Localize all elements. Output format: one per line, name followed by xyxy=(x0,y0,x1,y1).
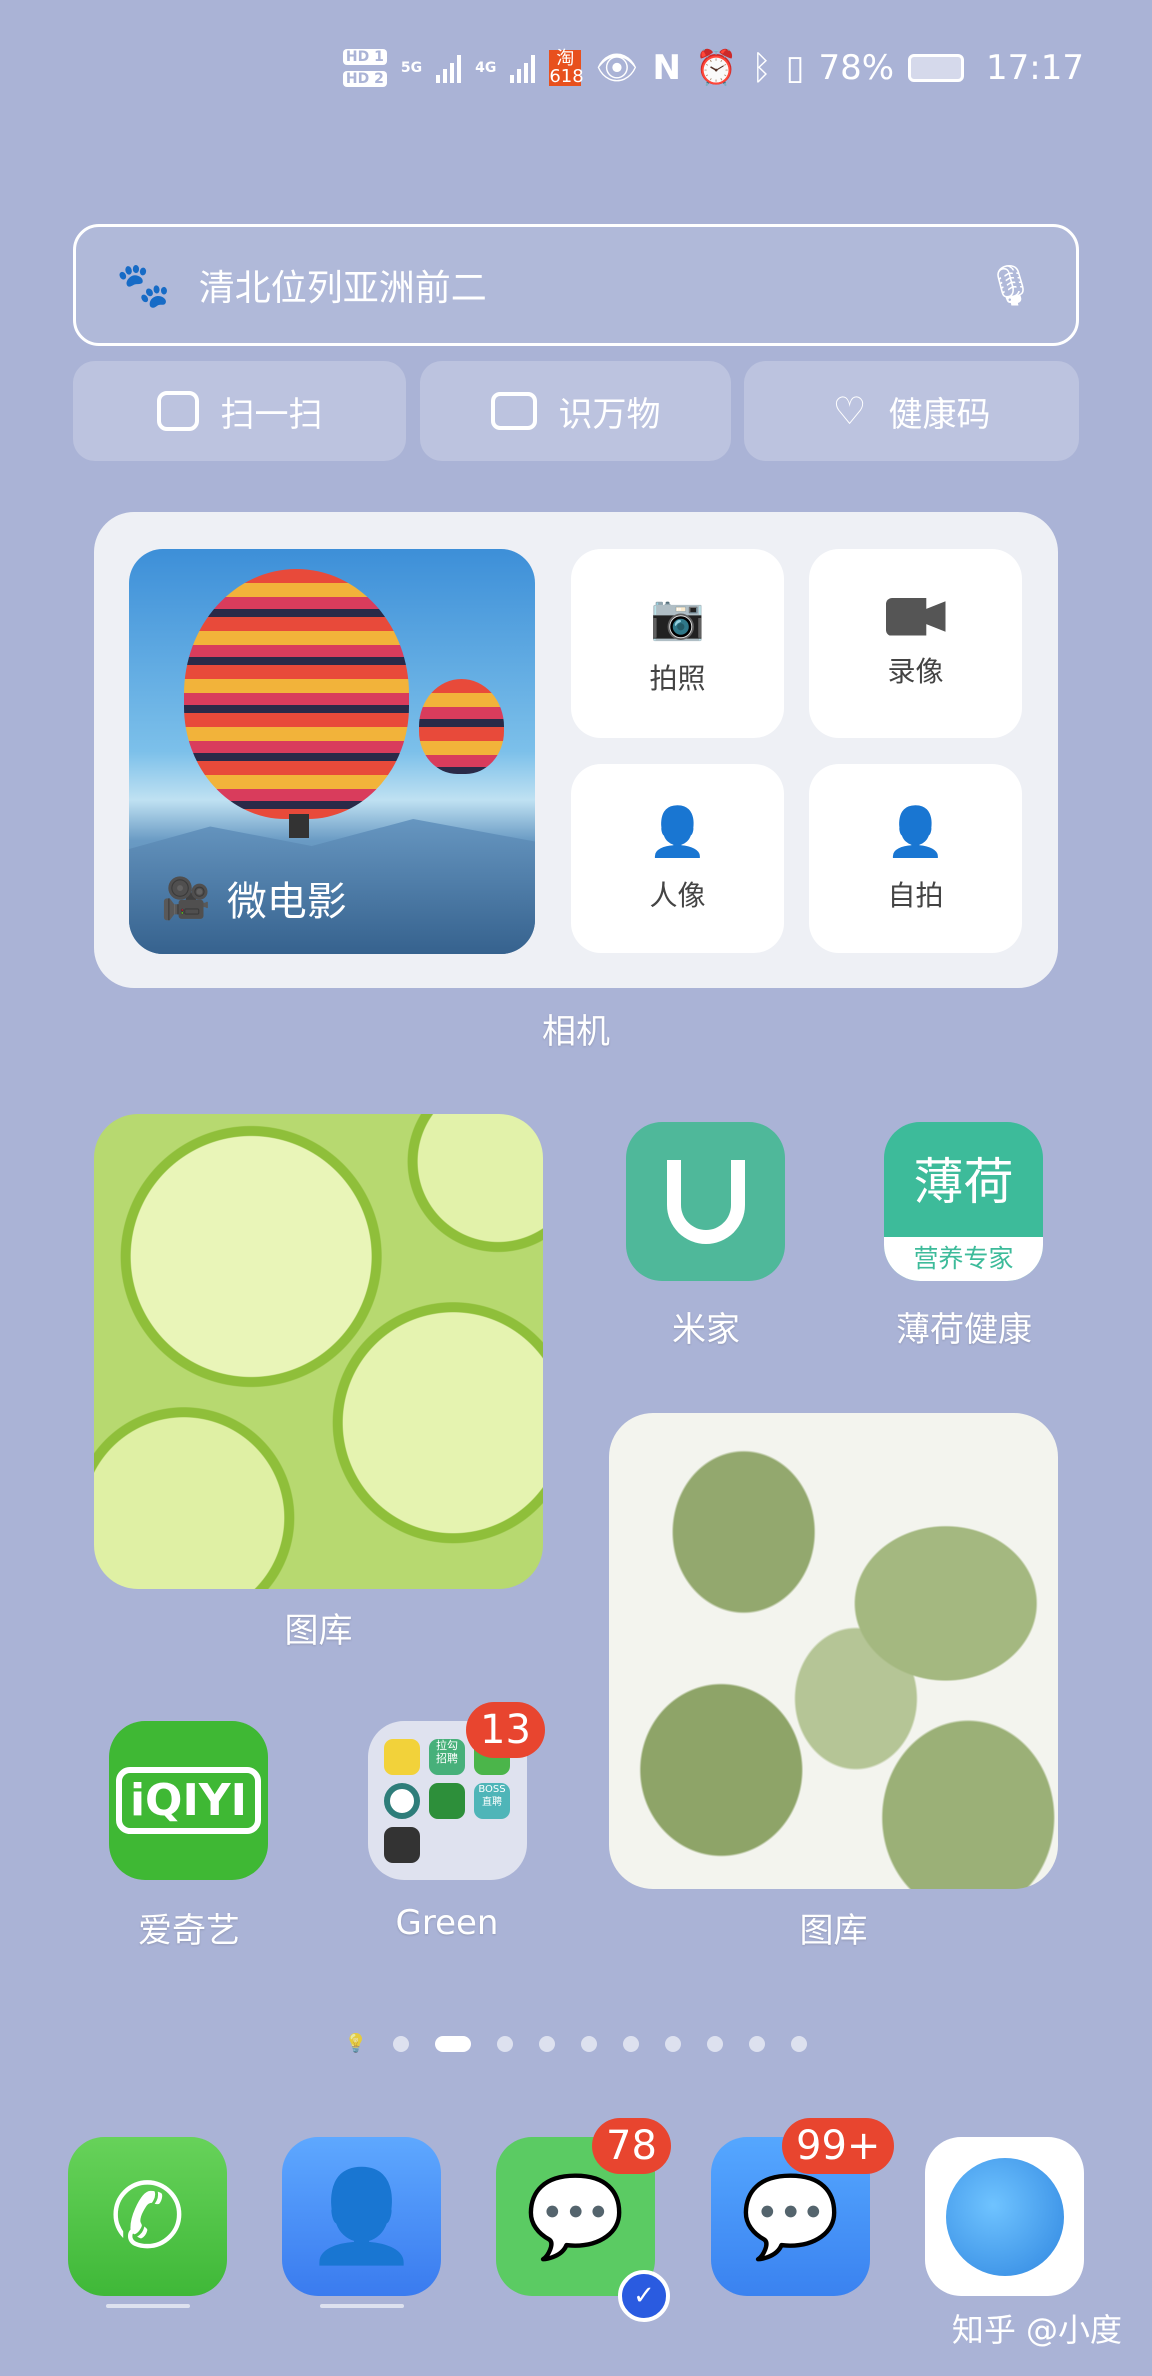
selfie-label: 自拍 xyxy=(887,879,944,912)
search-bar[interactable]: 🐾 清北位列亚洲前二 🎙 xyxy=(73,224,1079,346)
health-code-icon: ♡ xyxy=(832,389,867,433)
portrait-icon: 👤 xyxy=(647,804,708,860)
iqiyi-label: 爱奇艺 xyxy=(138,1911,240,1951)
watermark: 知乎 @小度 xyxy=(951,2311,1122,2349)
phone-app-icon[interactable]: ✆ xyxy=(68,2137,227,2296)
boss-mini-icon: BOSS 直聘 xyxy=(474,1783,510,1819)
folder-label: Green xyxy=(395,1903,499,1943)
microphone-icon[interactable]: 🎙 xyxy=(985,262,1036,309)
mijia-label: 米家 xyxy=(672,1310,740,1350)
health-code-label: 健康码 xyxy=(888,394,991,435)
iqiyi-logo: iQIYI xyxy=(115,1767,262,1834)
page-dot[interactable] xyxy=(581,2035,598,2052)
alarm-icon: ⏰ xyxy=(694,48,738,88)
identify-button[interactable]: 识万物 xyxy=(420,361,731,461)
nfc-icon: N xyxy=(652,48,681,88)
qq-music-mini-icon xyxy=(384,1739,420,1775)
page-dot[interactable] xyxy=(497,2035,514,2052)
battery-charging-icon xyxy=(908,54,965,82)
selfie-icon: 👤 xyxy=(885,804,946,860)
video-icon xyxy=(885,597,946,636)
browser-app-icon[interactable] xyxy=(925,2137,1084,2296)
taobao-icon: 淘 618 xyxy=(549,48,584,87)
vibrate-icon: ▯ xyxy=(785,48,805,88)
scan-icon xyxy=(156,391,199,431)
lagou-mini-icon: 拉勾 招聘 xyxy=(429,1739,465,1775)
gallery-label: 图库 xyxy=(284,1611,353,1651)
health-code-button[interactable]: ♡ 健康码 xyxy=(744,361,1079,461)
signal-icon xyxy=(436,53,462,83)
scan-button[interactable]: 扫一扫 xyxy=(73,361,406,461)
dingdong-mini-icon xyxy=(429,1783,465,1819)
camera-widget[interactable]: 🎥 微电影 📷 拍照 录像 👤 人像 👤 自拍 xyxy=(94,512,1058,988)
page-dot[interactable] xyxy=(393,2035,410,2052)
selfie-tile[interactable]: 👤 自拍 xyxy=(809,764,1022,953)
globe-icon xyxy=(945,2157,1064,2276)
page-dot[interactable] xyxy=(749,2035,766,2052)
photo-tile[interactable]: 📷 拍照 xyxy=(571,549,784,738)
bluetooth-icon: ᛒ xyxy=(751,48,772,88)
page-indicator[interactable]: 💡 xyxy=(0,2033,1152,2054)
micro-movie-tile[interactable]: 🎥 微电影 xyxy=(129,549,535,954)
video-icon: 🎥 xyxy=(161,875,211,922)
bohe-logo-text: 薄荷 xyxy=(913,1153,1014,1211)
gallery-label: 图库 xyxy=(799,1911,868,1951)
record-label: 录像 xyxy=(887,654,944,688)
battery-percent: 78% xyxy=(818,48,895,88)
balloon-image xyxy=(184,569,409,819)
contacts-app-icon[interactable]: 👤 xyxy=(282,2137,441,2296)
iqiyi-app-icon[interactable]: iQIYI xyxy=(109,1721,268,1880)
baidu-paw-icon: 🐾 xyxy=(116,260,171,311)
mijia-logo xyxy=(666,1159,745,1244)
sim-indicators: HD 1 HD 2 xyxy=(342,49,387,87)
page-dot[interactable] xyxy=(623,2035,640,2052)
forest-mini-icon xyxy=(384,1827,420,1863)
clock: 17:17 xyxy=(986,48,1084,88)
page-dot[interactable] xyxy=(707,2035,724,2052)
bohe-app-icon[interactable]: 薄荷 营养专家 xyxy=(884,1122,1043,1281)
messages-badge: 99+ xyxy=(782,2118,895,2174)
page-dot[interactable] xyxy=(791,2035,808,2052)
sim1: HD 1 xyxy=(342,49,387,65)
gallery-widget-lime[interactable] xyxy=(94,1114,543,1589)
identify-label: 识万物 xyxy=(558,394,661,435)
bohe-subtitle: 营养专家 xyxy=(884,1237,1043,1281)
gallery-widget-monstera[interactable] xyxy=(609,1413,1058,1889)
page-dot-active[interactable] xyxy=(435,2035,472,2052)
camera-widget-label: 相机 xyxy=(542,1012,610,1052)
page-dot[interactable] xyxy=(539,2035,556,2052)
balloon-image xyxy=(419,679,504,774)
net1-label: 5G xyxy=(400,60,423,76)
scan-label: 扫一扫 xyxy=(220,394,323,435)
photo-label: 拍照 xyxy=(649,661,706,695)
record-tile[interactable]: 录像 xyxy=(809,549,1022,738)
signal-icon xyxy=(510,53,536,83)
shield-check-icon: ✓ xyxy=(618,2270,670,2322)
search-input[interactable]: 清北位列亚洲前二 xyxy=(199,259,985,311)
portrait-tile[interactable]: 👤 人像 xyxy=(571,764,784,953)
video-label-row: 🎥 微电影 xyxy=(161,869,347,927)
running-indicator xyxy=(320,2304,404,2308)
micro-movie-label: 微电影 xyxy=(226,879,347,925)
page-dot[interactable] xyxy=(665,2035,682,2052)
bohe-label: 薄荷健康 xyxy=(896,1310,1032,1350)
camera-icon: 📷 xyxy=(650,591,705,643)
status-bar: HD 1 HD 2 5G 4G 淘 618 👁 N ⏰ ᛒ ▯ 78% 17:1… xyxy=(342,38,1084,98)
balloon-basket xyxy=(289,814,309,838)
camera-icon xyxy=(490,392,537,430)
portrait-label: 人像 xyxy=(649,879,706,912)
running-indicator xyxy=(106,2304,190,2308)
state-grid-mini-icon xyxy=(384,1783,420,1819)
eye-icon: 👁 xyxy=(595,48,639,88)
mijia-app-icon[interactable] xyxy=(626,1122,785,1281)
folder-badge: 13 xyxy=(466,1702,545,1758)
wechat-badge: 78 xyxy=(592,2118,671,2174)
hint-icon[interactable]: 💡 xyxy=(345,2033,367,2054)
sim2: HD 2 xyxy=(342,71,387,87)
net2-label: 4G xyxy=(475,60,497,76)
